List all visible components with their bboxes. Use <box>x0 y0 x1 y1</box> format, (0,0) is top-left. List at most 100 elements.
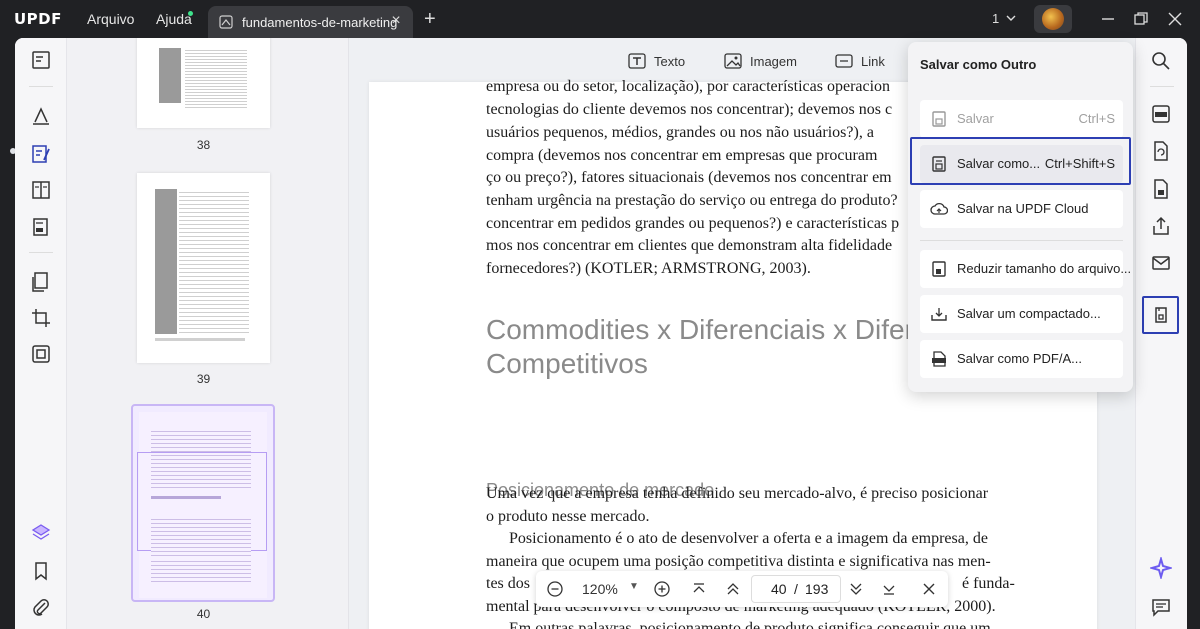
page-navigation-bar: 120% ▼ 40 / 193 <box>536 571 948 607</box>
first-page-icon[interactable] <box>690 580 708 598</box>
restore-icon[interactable] <box>1132 10 1150 28</box>
last-page-icon[interactable] <box>880 580 898 598</box>
reduce-file-size-label: Reduzir tamanho do arquivo... <box>957 261 1132 276</box>
document-tab-icon <box>219 15 233 29</box>
save-as-pdfa-label: Salvar como PDF/A... <box>957 351 1082 366</box>
body-line: Em outras palavras, posicionamento de pr… <box>509 620 991 629</box>
zoom-in-icon[interactable] <box>653 580 671 598</box>
updf-logo: UPDF <box>14 10 62 28</box>
share-icon[interactable] <box>1150 215 1172 237</box>
ocr-icon[interactable] <box>1150 103 1172 125</box>
section-heading: Competitivos <box>486 348 648 379</box>
zoom-dropdown-icon[interactable]: ▼ <box>629 581 639 592</box>
separator <box>920 240 1123 241</box>
menu-file[interactable]: Arquivo <box>87 11 134 27</box>
tab-title: fundamentos-de-marketing <box>242 15 398 30</box>
separator <box>29 86 53 87</box>
notification-dot <box>188 11 193 16</box>
image-tool-icon[interactable] <box>724 53 742 69</box>
ai-assistant-icon[interactable] <box>1150 557 1172 579</box>
edit-pdf-icon[interactable] <box>29 142 53 166</box>
save-item[interactable]: Salvar Ctrl+S <box>920 100 1123 138</box>
thumbnail-label: 38 <box>196 138 211 152</box>
body-line: Posicionamento é o ato de desenvolver a … <box>509 530 988 547</box>
avatar <box>1042 8 1064 30</box>
page-layout-icon[interactable] <box>29 178 53 202</box>
link-tool-button[interactable]: Link <box>861 54 885 69</box>
convert-icon[interactable] <box>1150 140 1172 162</box>
total-pages: 193 <box>805 581 829 597</box>
separator <box>1150 86 1174 87</box>
save-icon <box>932 111 946 127</box>
pdfa-icon <box>932 351 946 367</box>
save-label: Salvar <box>957 111 994 126</box>
text-tool-button[interactable]: Texto <box>654 54 685 69</box>
next-page-icon[interactable] <box>847 580 865 598</box>
reduce-size-icon <box>932 261 946 277</box>
thumbnail-panel: 38 39 40 <box>67 38 349 629</box>
thumbnail-label: 39 <box>196 372 211 386</box>
body-line: concentrar em pedidos grandes ou pequeno… <box>486 215 900 232</box>
page-separator: / <box>794 581 798 597</box>
page-thumbnail[interactable] <box>137 38 270 128</box>
left-toolbar <box>15 38 67 629</box>
layers-icon[interactable] <box>29 521 53 545</box>
document-tab[interactable]: fundamentos-de-marketing × <box>208 6 413 38</box>
body-line: tenham urgência na prestação do serviço … <box>486 192 898 209</box>
section-heading: Commodities x Diferenciais x Diferenc <box>486 314 960 345</box>
selection-highlight <box>910 137 1131 185</box>
link-tool-icon[interactable] <box>835 53 853 69</box>
current-page[interactable]: 40 <box>771 581 787 597</box>
protect-icon[interactable] <box>1150 178 1172 200</box>
text-tool-icon[interactable] <box>628 53 646 69</box>
tools-icon[interactable] <box>29 342 53 366</box>
form-icon[interactable] <box>29 215 53 239</box>
page-selector[interactable]: 1 <box>992 11 999 26</box>
menu-help[interactable]: Ajuda <box>156 11 192 27</box>
compress-icon <box>931 308 947 321</box>
save-shortcut: Ctrl+S <box>1078 111 1115 126</box>
body-line: Uma vez que a empresa tenha definido seu… <box>486 485 989 502</box>
save-compressed-item[interactable]: Salvar um compactado... <box>920 295 1123 333</box>
body-line: mos nos concentrar em clientes que demon… <box>486 237 893 254</box>
save-as-other-menu: Salvar como Outro Salvar Ctrl+S Salvar c… <box>908 42 1133 392</box>
mail-icon[interactable] <box>1150 252 1172 274</box>
body-line: tecnologias do cliente devemos nos conce… <box>486 101 893 118</box>
comment-icon[interactable] <box>29 104 53 128</box>
chevron-down-icon[interactable] <box>1005 12 1017 24</box>
body-line: é funda- <box>962 575 1015 592</box>
page-thumbnail[interactable] <box>137 173 270 363</box>
close-navigation-icon[interactable] <box>920 580 938 598</box>
organize-pages-icon[interactable] <box>29 270 53 294</box>
save-to-cloud-item[interactable]: Salvar na UPDF Cloud <box>920 190 1123 228</box>
body-line: tes dos <box>486 575 530 592</box>
cloud-icon <box>930 202 948 215</box>
separator <box>29 252 53 253</box>
zoom-level[interactable]: 120% <box>582 581 618 597</box>
close-tab-icon[interactable]: × <box>388 13 404 29</box>
selected-thumbnail[interactable] <box>131 404 275 602</box>
title-bar: UPDF Arquivo Ajuda fundamentos-de-market… <box>0 0 1200 38</box>
crop-icon[interactable] <box>29 306 53 330</box>
search-icon[interactable] <box>1150 50 1172 72</box>
bookmark-icon[interactable] <box>29 559 53 583</box>
close-window-icon[interactable] <box>1166 10 1184 28</box>
zoom-out-icon[interactable] <box>546 580 564 598</box>
attachment-icon[interactable] <box>29 596 53 620</box>
right-toolbar <box>1135 38 1187 629</box>
save-as-pdfa-item[interactable]: Salvar como PDF/A... <box>920 340 1123 378</box>
body-line: o produto nesse mercado. <box>486 508 650 525</box>
add-tab-icon[interactable]: + <box>424 9 436 29</box>
save-icon[interactable] <box>1150 304 1172 326</box>
image-tool-button[interactable]: Imagem <box>750 54 797 69</box>
comments-panel-icon[interactable] <box>1150 596 1172 618</box>
reader-icon[interactable] <box>29 48 53 72</box>
reduce-file-size-item[interactable]: Reduzir tamanho do arquivo... <box>920 250 1131 288</box>
account-button[interactable] <box>1034 5 1072 33</box>
body-line: empresa ou do setor, localização), por c… <box>486 78 891 95</box>
minimize-icon[interactable] <box>1099 10 1117 28</box>
body-line: maneira que ocupem uma posição competiti… <box>486 553 991 570</box>
body-line: compra (devemos nos concentrar em empres… <box>486 147 878 164</box>
body-line: usuários pequenos, médios, grandes ou no… <box>486 124 874 141</box>
previous-page-icon[interactable] <box>724 580 742 598</box>
